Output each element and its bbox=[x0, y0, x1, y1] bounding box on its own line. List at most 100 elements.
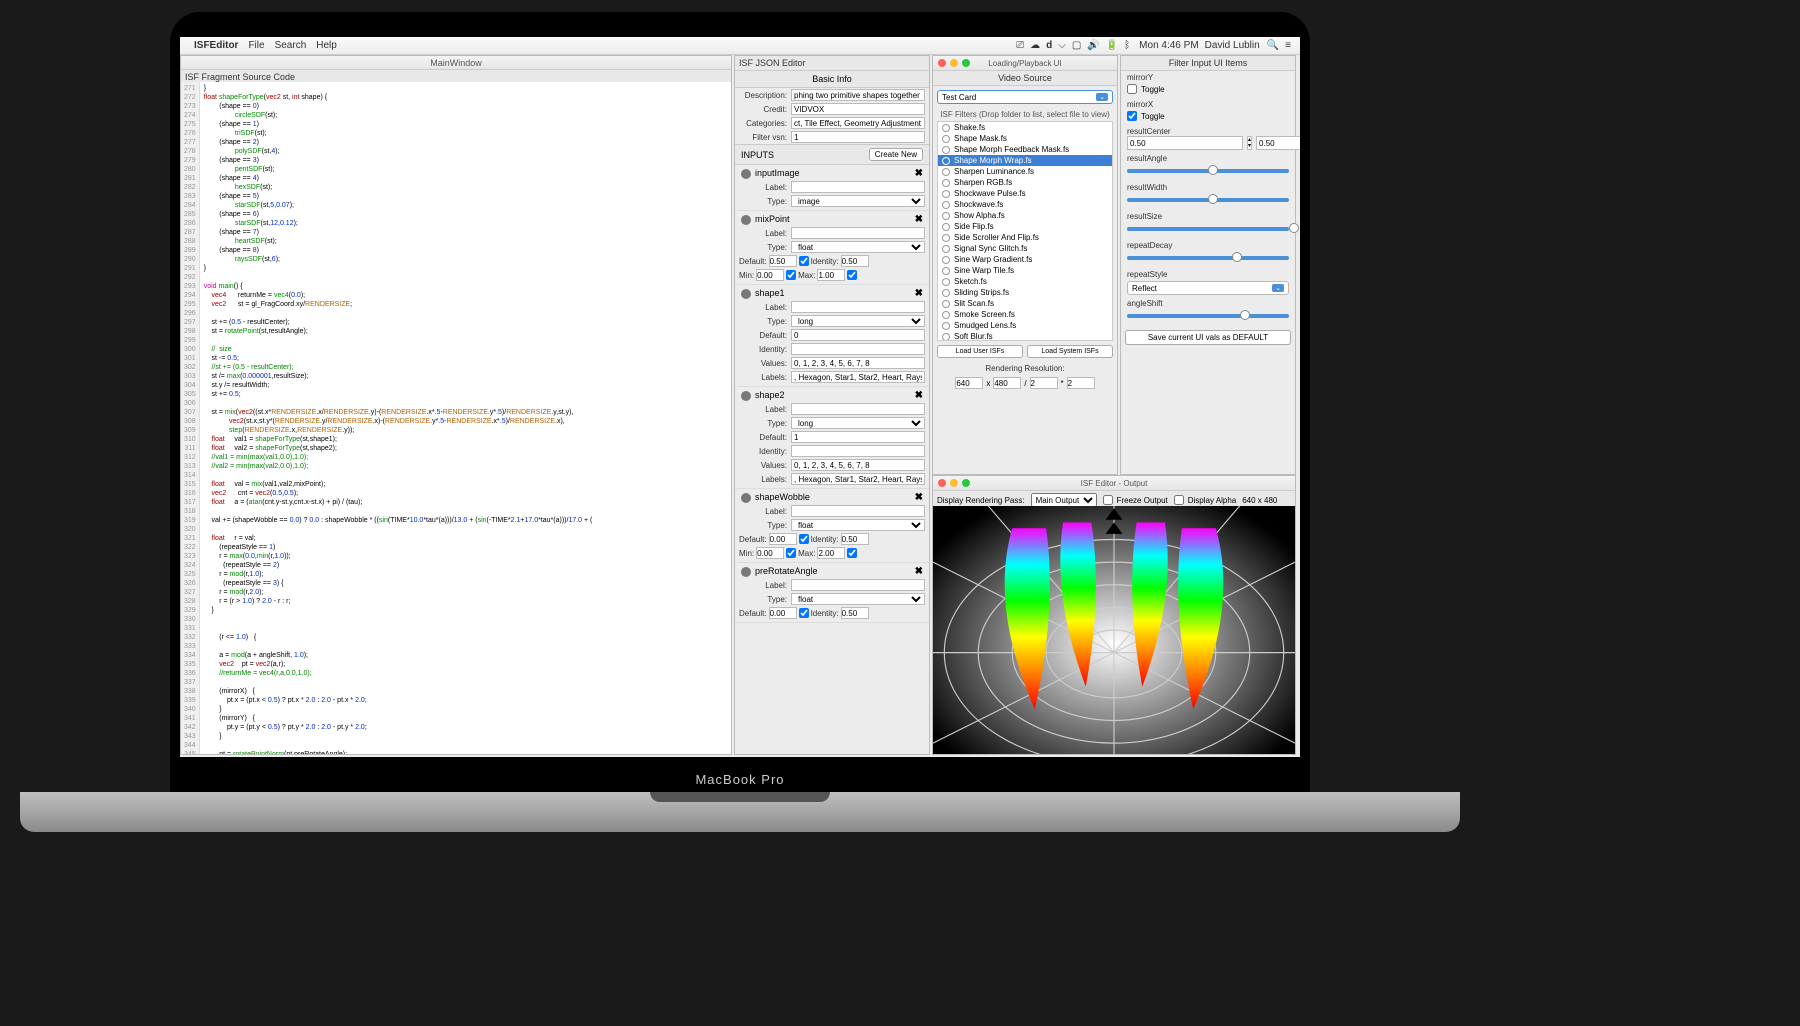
resultAngle-slider[interactable] bbox=[1127, 169, 1289, 173]
spotlight-icon[interactable]: 🔍 bbox=[1267, 40, 1279, 51]
sidebar-icon[interactable]: ≡ bbox=[1285, 40, 1291, 51]
app-name[interactable]: ISFEditor bbox=[194, 40, 238, 51]
load-system-isfs-button[interactable]: Load System ISFs bbox=[1027, 345, 1113, 358]
filter-list-item[interactable]: Shape Morph Wrap.fs bbox=[938, 155, 1112, 166]
filter-list-item[interactable]: Shape Mask.fs bbox=[938, 133, 1112, 144]
input-label-field[interactable] bbox=[791, 227, 925, 239]
resultCenter-y-input[interactable] bbox=[1256, 136, 1300, 150]
volume-icon[interactable]: 🔊 bbox=[1087, 40, 1099, 51]
resolution-width-input[interactable] bbox=[955, 377, 983, 389]
filter-list-item[interactable]: Sharpen RGB.fs bbox=[938, 177, 1112, 188]
input-label-field[interactable] bbox=[791, 505, 925, 517]
code-editor[interactable]: 271 272 273 274 275 276 277 278 279 280 … bbox=[181, 82, 731, 754]
remove-input-icon[interactable]: ✖ bbox=[915, 566, 923, 577]
angleShift-slider[interactable] bbox=[1127, 314, 1289, 318]
cloud-icon[interactable]: ☁ bbox=[1030, 40, 1040, 51]
input-type-select[interactable]: long bbox=[791, 315, 925, 327]
filter-list-item[interactable]: Sharpen Luminance.fs bbox=[938, 166, 1112, 177]
resultCenter-x-input[interactable] bbox=[1127, 136, 1243, 150]
min-input[interactable] bbox=[756, 547, 784, 559]
screen-record-icon[interactable]: ⎚ bbox=[1016, 40, 1024, 51]
close-window-icon[interactable] bbox=[938, 59, 946, 67]
labels-input[interactable] bbox=[791, 371, 925, 383]
freeze-output-checkbox[interactable] bbox=[1103, 495, 1113, 505]
max-checkbox[interactable] bbox=[786, 270, 796, 280]
filter-list-item[interactable]: Shake.fs bbox=[938, 122, 1112, 133]
filter-list-item[interactable]: Shape Morph Feedback Mask.fs bbox=[938, 144, 1112, 155]
mirrorY-toggle[interactable] bbox=[1127, 84, 1137, 94]
filter-list-item[interactable]: Show Alpha.fs bbox=[938, 210, 1112, 221]
video-source-tab[interactable]: Video Source bbox=[933, 71, 1117, 86]
mirrorX-toggle[interactable] bbox=[1127, 111, 1137, 121]
menubar-user[interactable]: David Lublin bbox=[1205, 40, 1260, 51]
menu-file[interactable]: File bbox=[248, 40, 264, 51]
close-window-icon[interactable] bbox=[938, 479, 946, 487]
minimize-window-icon[interactable] bbox=[950, 479, 958, 487]
description-input[interactable] bbox=[791, 89, 925, 101]
values-input[interactable] bbox=[791, 459, 925, 471]
categories-input[interactable] bbox=[791, 117, 925, 129]
isf-filter-list[interactable]: Shake.fsShape Mask.fsShape Morph Feedbac… bbox=[937, 121, 1113, 341]
remove-input-icon[interactable]: ✖ bbox=[915, 288, 923, 299]
zoom-window-icon[interactable] bbox=[962, 479, 970, 487]
display-alpha-checkbox[interactable] bbox=[1174, 495, 1184, 505]
filter-list-item[interactable]: Soft Blur.fs bbox=[938, 331, 1112, 341]
create-new-button[interactable]: Create New bbox=[869, 148, 923, 161]
input-label-field[interactable] bbox=[791, 181, 925, 193]
filter-list-item[interactable]: Shockwave Pulse.fs bbox=[938, 188, 1112, 199]
rendering-pass-select[interactable]: Main Output bbox=[1031, 493, 1097, 507]
input-label-field[interactable] bbox=[791, 403, 925, 415]
remove-input-icon[interactable]: ✖ bbox=[915, 390, 923, 401]
values-input[interactable] bbox=[791, 357, 925, 369]
min-input[interactable] bbox=[756, 269, 784, 281]
stepper-icon[interactable]: ▴▾ bbox=[1247, 136, 1252, 150]
max-checkbox[interactable] bbox=[786, 548, 796, 558]
resolution-div-input[interactable] bbox=[1030, 377, 1058, 389]
zoom-window-icon[interactable] bbox=[962, 59, 970, 67]
display-icon[interactable]: ▢ bbox=[1072, 40, 1081, 51]
filtervsn-input[interactable] bbox=[791, 131, 925, 143]
input-label-field[interactable] bbox=[791, 301, 925, 313]
menu-search[interactable]: Search bbox=[275, 40, 307, 51]
d-icon[interactable]: d bbox=[1046, 40, 1052, 51]
input-type-select[interactable]: image bbox=[791, 195, 925, 207]
identity-checkbox[interactable] bbox=[799, 256, 809, 266]
filter-list-item[interactable]: Signal Sync Glitch.fs bbox=[938, 243, 1112, 254]
max-input[interactable] bbox=[817, 269, 845, 281]
filter-list-item[interactable]: Side Flip.fs bbox=[938, 221, 1112, 232]
resultSize-slider[interactable] bbox=[1127, 227, 1289, 231]
minimize-window-icon[interactable] bbox=[950, 59, 958, 67]
remove-input-icon[interactable]: ✖ bbox=[915, 214, 923, 225]
battery-icon[interactable]: 🔋 bbox=[1106, 40, 1118, 51]
filter-list-item[interactable]: Sine Warp Gradient.fs bbox=[938, 254, 1112, 265]
labels-input[interactable] bbox=[791, 473, 925, 485]
repeatDecay-slider[interactable] bbox=[1127, 256, 1289, 260]
input-type-select[interactable]: float bbox=[791, 241, 925, 253]
default-input[interactable] bbox=[769, 255, 797, 267]
remove-input-icon[interactable]: ✖ bbox=[915, 168, 923, 179]
input-type-select[interactable]: float bbox=[791, 593, 925, 605]
input-type-select[interactable]: float bbox=[791, 519, 925, 531]
filter-list-item[interactable]: Shockwave.fs bbox=[938, 199, 1112, 210]
video-source-dropdown[interactable]: Test Card ⌄ bbox=[937, 90, 1113, 104]
save-ui-defaults-button[interactable]: Save current UI vals as DEFAULT bbox=[1125, 330, 1291, 345]
menubar-clock[interactable]: Mon 4:46 PM bbox=[1139, 40, 1198, 51]
default-input[interactable] bbox=[769, 533, 797, 545]
filter-list-item[interactable]: Smudged Lens.fs bbox=[938, 320, 1112, 331]
identity-input[interactable] bbox=[791, 445, 925, 457]
filter-list-item[interactable]: Sketch.fs bbox=[938, 276, 1112, 287]
identity-input[interactable] bbox=[841, 533, 869, 545]
input-label-field[interactable] bbox=[791, 579, 925, 591]
repeatStyle-select[interactable]: Reflect⌄ bbox=[1127, 281, 1289, 295]
default-input[interactable] bbox=[769, 607, 797, 619]
menu-help[interactable]: Help bbox=[316, 40, 337, 51]
resolution-height-input[interactable] bbox=[993, 377, 1021, 389]
wifi-icon[interactable]: ⌵ bbox=[1058, 40, 1066, 51]
filter-list-item[interactable]: Sliding Strips.fs bbox=[938, 287, 1112, 298]
input-type-select[interactable]: long bbox=[791, 417, 925, 429]
filter-list-item[interactable]: Slit Scan.fs bbox=[938, 298, 1112, 309]
bluetooth-icon[interactable]: ᛒ bbox=[1124, 40, 1130, 51]
filter-list-item[interactable]: Side Scroller And Flip.fs bbox=[938, 232, 1112, 243]
default-input[interactable] bbox=[791, 329, 925, 341]
identity-input[interactable] bbox=[841, 255, 869, 267]
